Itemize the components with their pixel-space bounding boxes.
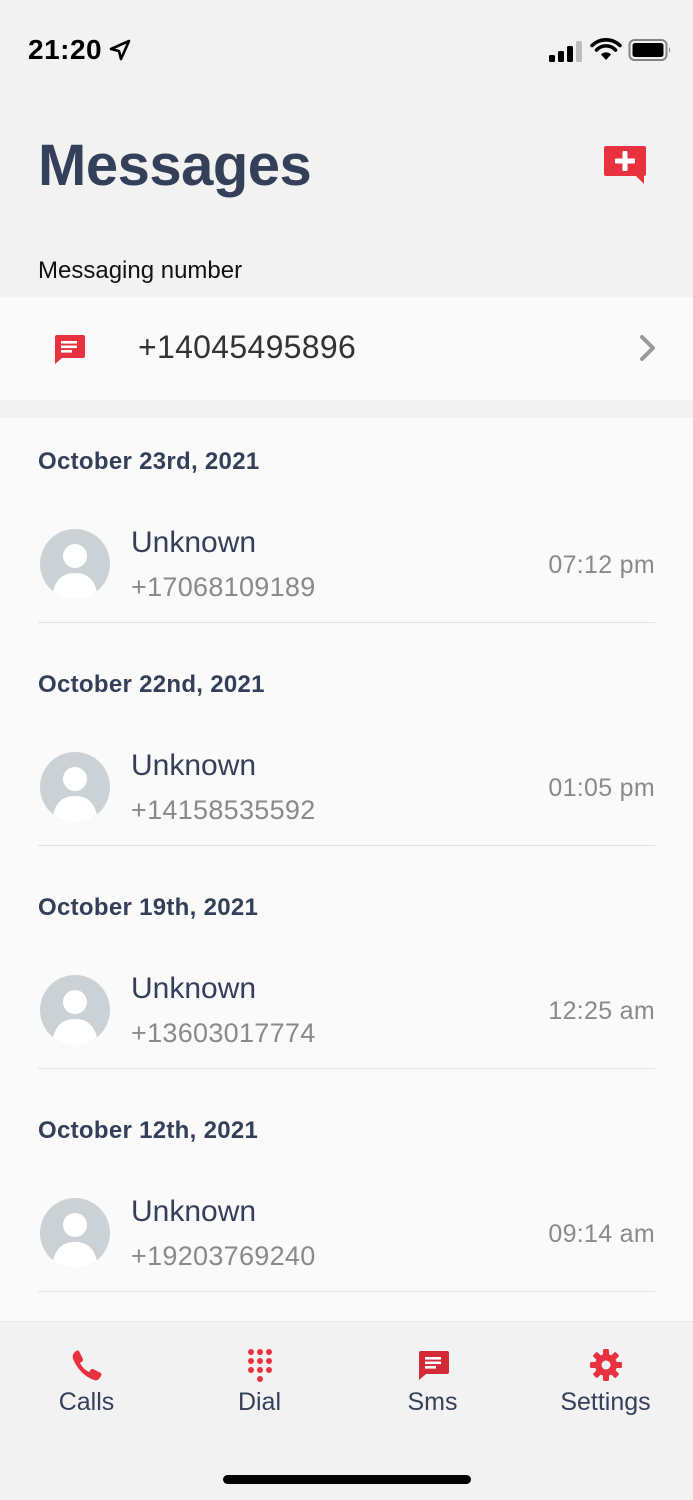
status-bar: 21:20 xyxy=(0,0,693,96)
divider xyxy=(38,1068,655,1069)
avatar-placeholder-icon xyxy=(40,529,110,599)
messaging-number-row[interactable]: +14045495896 xyxy=(0,297,693,400)
wifi-icon xyxy=(590,38,622,60)
status-time: 21:20 xyxy=(28,34,103,65)
messaging-number-value: +14045495896 xyxy=(138,329,357,365)
date-header: October 19th, 2021 xyxy=(38,894,259,921)
page-title: Messages xyxy=(38,133,312,198)
tab-label: Settings xyxy=(560,1388,651,1416)
divider xyxy=(38,845,655,846)
tab-label: Calls xyxy=(58,1388,115,1416)
tab-calls[interactable]: Calls xyxy=(0,1322,173,1432)
location-arrow-icon xyxy=(109,39,131,61)
home-indicator xyxy=(223,1475,471,1484)
message-time: 09:14 am xyxy=(548,1220,655,1248)
conversation-row[interactable]: Unknown +14158535592 01:05 pm xyxy=(0,731,693,846)
tab-sms[interactable]: Sms xyxy=(346,1322,519,1432)
contact-name: Unknown xyxy=(131,526,257,559)
contact-number: +14158535592 xyxy=(131,795,316,825)
tab-bar: Calls Dial Sms Settings xyxy=(0,1321,693,1500)
dialpad-icon xyxy=(247,1349,272,1382)
conversation-list: October 23rd, 2021 Unknown +17068109189 … xyxy=(0,418,693,1321)
cellular-signal-icon xyxy=(549,41,582,62)
tab-label: Dial xyxy=(237,1388,282,1416)
tab-settings[interactable]: Settings xyxy=(519,1322,692,1432)
chevron-right-icon xyxy=(640,335,655,361)
avatar-placeholder-icon xyxy=(40,975,110,1045)
conversation-row[interactable]: Unknown +13603017774 12:25 am xyxy=(0,954,693,1069)
date-group: October 19th, 2021 Unknown +13603017774 … xyxy=(0,864,693,1087)
phone-icon xyxy=(72,1350,101,1381)
message-icon xyxy=(55,335,85,364)
date-group: October 22nd, 2021 Unknown +14158535592 … xyxy=(0,641,693,864)
conversation-row[interactable]: Unknown +19203769240 09:14 am xyxy=(0,1177,693,1292)
contact-name: Unknown xyxy=(131,1195,257,1228)
date-group: October 12th, 2021 Unknown +19203769240 … xyxy=(0,1087,693,1310)
date-header: October 22nd, 2021 xyxy=(38,671,265,698)
contact-number: +17068109189 xyxy=(131,572,316,602)
messaging-number-label: Messaging number xyxy=(38,257,243,284)
avatar-placeholder-icon xyxy=(40,1198,110,1268)
tab-label: Sms xyxy=(407,1388,458,1416)
contact-number: +13603017774 xyxy=(131,1018,316,1048)
message-time: 12:25 am xyxy=(548,997,655,1025)
sms-icon xyxy=(418,1351,449,1380)
new-message-button[interactable] xyxy=(602,144,648,186)
divider xyxy=(38,622,655,623)
message-time: 07:12 pm xyxy=(548,551,655,579)
tab-dial[interactable]: Dial xyxy=(173,1322,346,1432)
contact-name: Unknown xyxy=(131,972,257,1005)
gear-icon xyxy=(589,1349,622,1381)
date-header: October 23rd, 2021 xyxy=(38,448,260,475)
battery-icon xyxy=(628,39,671,61)
date-group: October 23rd, 2021 Unknown +17068109189 … xyxy=(0,418,693,641)
messages-screen: 21:20 Messages Messaging number +1404549… xyxy=(0,0,693,1500)
conversation-row[interactable]: Unknown +17068109189 07:12 pm xyxy=(0,508,693,623)
contact-name: Unknown xyxy=(131,749,257,782)
contact-number: +19203769240 xyxy=(131,1241,316,1271)
divider xyxy=(38,1291,655,1292)
date-header: October 12th, 2021 xyxy=(38,1117,259,1144)
avatar-placeholder-icon xyxy=(40,752,110,822)
message-time: 01:05 pm xyxy=(548,774,655,802)
